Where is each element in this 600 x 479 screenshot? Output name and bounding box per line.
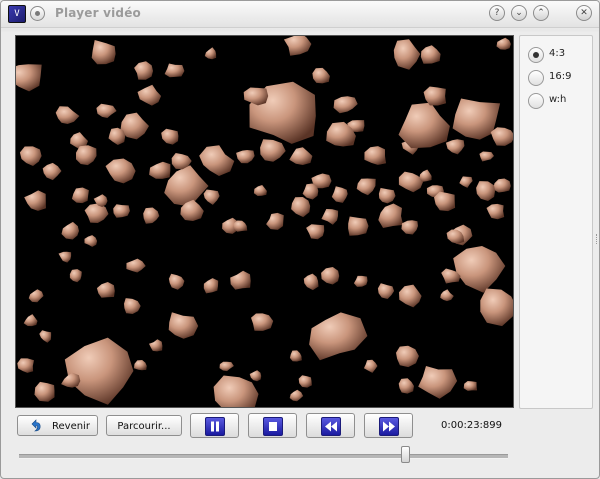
aspect-label-16-9: 16:9 [549, 71, 572, 82]
aspect-label-4-3: 4:3 [549, 48, 566, 59]
stop-button[interactable] [248, 413, 297, 438]
aspect-option-w-h[interactable]: w:h [528, 92, 588, 110]
asteroid-field-image [16, 36, 513, 407]
player-window: V Player vidéo ? ⌄ ⌃ ✕ 4:3 16:9 w:h Reve… [0, 0, 600, 479]
rewind-icon [321, 417, 341, 436]
pause-button[interactable] [190, 413, 239, 438]
aspect-ratio-panel: 4:3 16:9 w:h [519, 35, 593, 409]
back-button-label: Revenir [52, 421, 90, 432]
browse-button-label: Parcourir... [117, 421, 171, 432]
titlebar[interactable]: V Player vidéo ? ⌄ ⌃ ✕ [1, 1, 599, 28]
window-menu-icon[interactable] [30, 6, 45, 21]
radio-16-9[interactable] [528, 70, 544, 86]
close-icon[interactable]: ✕ [576, 5, 592, 21]
seek-slider-handle[interactable] [400, 446, 410, 463]
stop-icon [263, 417, 283, 436]
asteroid-rock [348, 216, 369, 236]
back-button[interactable]: Revenir [17, 415, 98, 436]
resize-grip[interactable] [596, 234, 599, 244]
fast-forward-icon [379, 417, 399, 436]
help-icon[interactable]: ? [489, 5, 505, 21]
pause-icon [205, 417, 225, 436]
app-icon[interactable]: V [8, 5, 26, 23]
radio-4-3[interactable] [528, 47, 544, 63]
fast-forward-button[interactable] [364, 413, 413, 438]
time-display: 0:00:23:899 [441, 420, 503, 431]
asteroid-rock [113, 204, 130, 218]
aspect-label-w-h: w:h [549, 94, 567, 105]
back-arrow-icon [31, 419, 41, 432]
minimize-icon[interactable]: ⌄ [511, 5, 527, 21]
rewind-button[interactable] [306, 413, 355, 438]
maximize-icon[interactable]: ⌃ [533, 5, 549, 21]
aspect-option-4-3[interactable]: 4:3 [528, 46, 588, 64]
video-display[interactable] [15, 35, 514, 408]
radio-w-h[interactable] [528, 93, 544, 109]
seek-slider-track[interactable] [19, 454, 508, 459]
aspect-option-16-9[interactable]: 16:9 [528, 69, 588, 87]
window-title: Player vidéo [55, 6, 142, 20]
browse-button[interactable]: Parcourir... [106, 415, 182, 436]
